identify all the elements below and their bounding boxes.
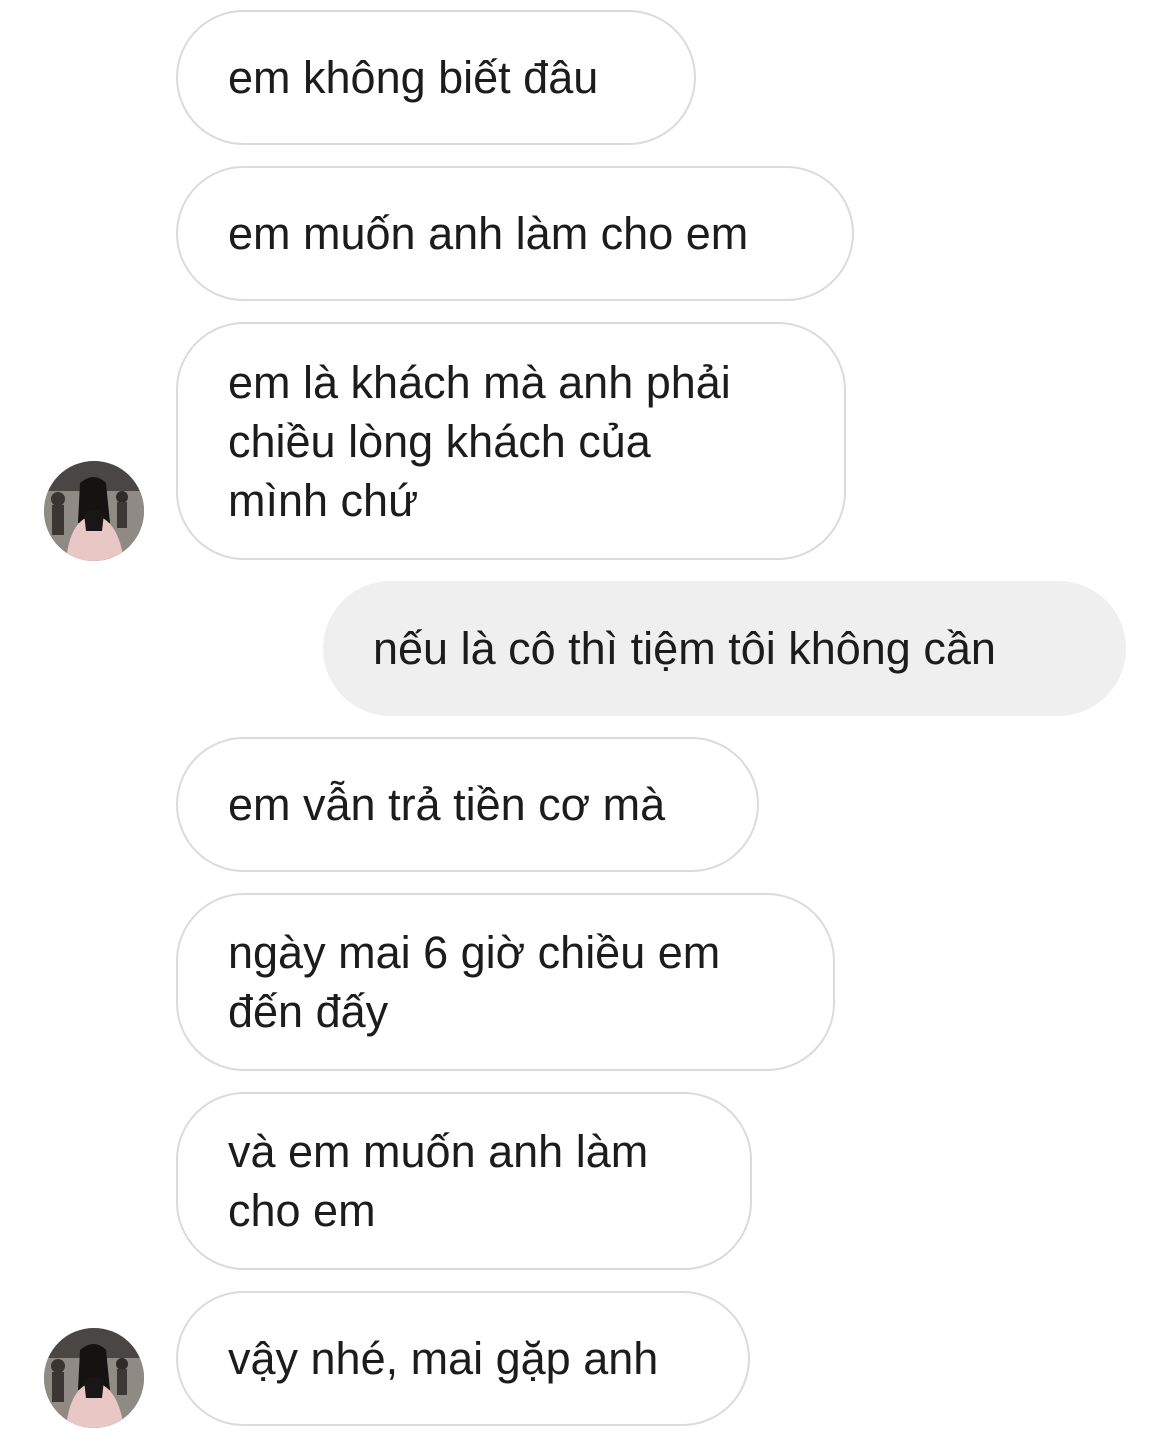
message-text: em là khách mà anh phải chiều lòng khách… xyxy=(228,356,731,526)
received-message[interactable]: vậy nhé, mai gặp anh xyxy=(176,1291,750,1426)
message-text: vậy nhé, mai gặp anh xyxy=(228,1333,659,1384)
received-message[interactable]: em muốn anh làm cho em xyxy=(176,166,854,301)
message-text: ngày mai 6 giờ chiều em đến đấy xyxy=(228,927,721,1037)
received-message[interactable]: em không biết đâu xyxy=(176,10,696,145)
received-message[interactable]: và em muốn anh làm cho em xyxy=(176,1092,752,1270)
message-text: em vẫn trả tiền cơ mà xyxy=(228,779,666,830)
received-message[interactable]: ngày mai 6 giờ chiều em đến đấy xyxy=(176,893,835,1071)
message-text: em không biết đâu xyxy=(228,52,599,103)
message-text: em muốn anh làm cho em xyxy=(228,208,749,259)
sent-message[interactable]: nếu là cô thì tiệm tôi không cần xyxy=(323,581,1126,716)
received-message[interactable]: em là khách mà anh phải chiều lòng khách… xyxy=(176,322,846,560)
message-text: và em muốn anh làm cho em xyxy=(228,1126,649,1236)
received-message[interactable]: em vẫn trả tiền cơ mà xyxy=(176,737,759,872)
sender-avatar[interactable] xyxy=(44,461,144,561)
sender-avatar[interactable] xyxy=(44,1328,144,1428)
message-text: nếu là cô thì tiệm tôi không cần xyxy=(373,623,996,674)
